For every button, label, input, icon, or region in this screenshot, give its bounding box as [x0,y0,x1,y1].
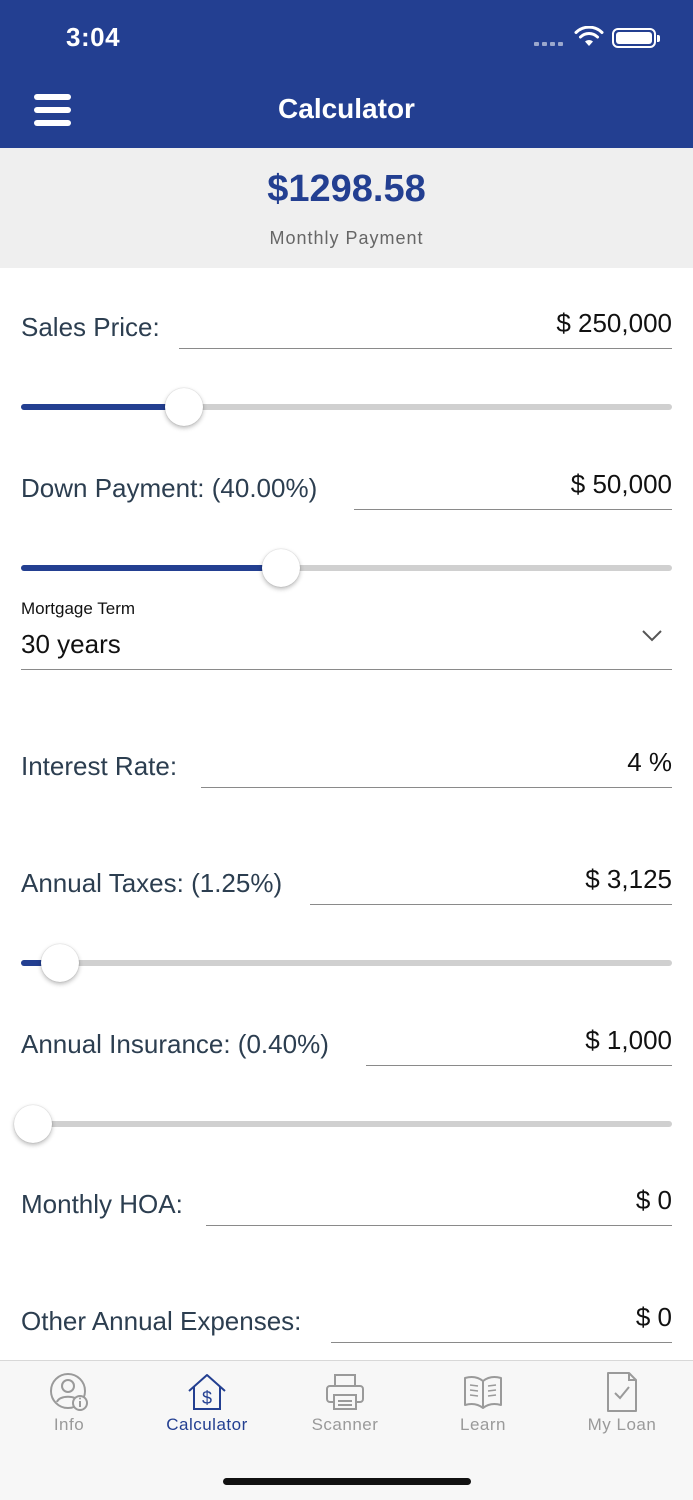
house-dollar-icon: $ [188,1374,226,1410]
annual-insurance-slider[interactable] [14,1104,672,1144]
tab-label: My Loan [587,1415,657,1434]
tab-my-loan[interactable]: My Loan [567,1371,677,1451]
monthly-hoa-label: Monthly HOA: [21,1189,183,1219]
sales-price-slider[interactable] [21,387,672,427]
monthly-hoa-input[interactable]: $ 0 [636,1185,672,1216]
page-title: Calculator [278,93,415,124]
slider-thumb[interactable] [41,944,80,982]
book-icon [464,1376,502,1409]
svg-text:$: $ [202,1388,212,1408]
down-payment-input[interactable]: $ 50,000 [571,469,672,500]
user-info-icon [50,1373,88,1411]
home-indicator [223,1478,471,1485]
other-expenses-underline [331,1342,672,1343]
tab-label: Learn [460,1415,506,1434]
other-expenses-label: Other Annual Expenses: [21,1306,302,1336]
monthly-payment-label: Monthly Payment [269,228,424,248]
tab-label: Info [53,1415,85,1434]
monthly-payment-amount: $1298.58 [267,168,426,210]
tab-learn[interactable]: Learn [428,1371,538,1451]
sales-price-underline [179,348,672,349]
mortgage-term-label: Mortgage Term [21,599,136,618]
other-expenses-input[interactable]: $ 0 [636,1302,672,1333]
interest-rate-label: Interest Rate: [21,751,178,781]
interest-rate-input[interactable]: 4 % [627,747,672,778]
tab-scanner[interactable]: Scanner [290,1371,400,1451]
wifi-icon [574,26,604,46]
annual-insurance-underline [366,1065,672,1066]
cellular-signal-icon [534,42,563,46]
tab-label: Calculator [166,1415,248,1434]
annual-taxes-label: Annual Taxes: (1.25%) [21,868,283,898]
chevron-down-icon [642,630,662,642]
interest-rate-underline [201,787,672,788]
payment-summary: $1298.58 Monthly Payment [0,148,693,268]
slider-thumb[interactable] [262,549,301,587]
status-time: 3:04 [66,22,121,52]
printer-icon [326,1374,364,1410]
sales-price-label: Sales Price: [21,312,160,342]
tab-calculator[interactable]: $ Calculator [152,1371,262,1451]
down-payment-slider[interactable] [21,548,672,588]
mortgage-term-underline [21,669,672,670]
annual-taxes-input[interactable]: $ 3,125 [585,864,672,895]
tab-label: Scanner [311,1415,379,1434]
battery-icon [612,28,660,48]
app-header: 3:04 Calculator [0,0,693,148]
down-payment-label: Down Payment: (40.00%) [21,473,318,503]
sales-price-input[interactable]: $ 250,000 [556,308,672,339]
slider-thumb[interactable] [14,1105,52,1143]
tab-info[interactable]: Info [14,1371,124,1451]
slider-thumb[interactable] [164,388,203,426]
mortgage-term-value: 30 years [21,629,121,659]
annual-insurance-label: Annual Insurance: (0.40%) [21,1029,329,1059]
document-check-icon [607,1372,637,1412]
annual-taxes-underline [310,904,672,905]
monthly-hoa-underline [206,1225,672,1226]
down-payment-underline [354,509,672,510]
annual-insurance-input[interactable]: $ 1,000 [585,1025,672,1056]
annual-taxes-slider[interactable] [21,943,672,983]
